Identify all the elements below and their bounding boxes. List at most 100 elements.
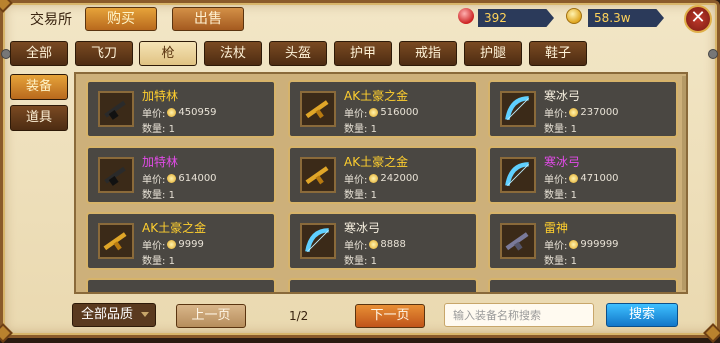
item-card[interactable]: 寒冰弓单价: 8888 数量: 1	[288, 212, 478, 270]
tab-leggings[interactable]: 护腿	[464, 41, 522, 66]
item-card[interactable]: AK土豪之金 单价: 516000 数量: 1	[288, 80, 478, 138]
tab-gun[interactable]: 枪	[139, 41, 197, 66]
sell-tab[interactable]: 出售	[172, 7, 244, 31]
item-name: 雷神	[544, 221, 569, 235]
item-price: 单价: 999999	[544, 237, 619, 252]
qty-value: 1	[370, 190, 377, 201]
item-card[interactable]: 雷神单价: 999999 数量: 1	[488, 212, 678, 270]
item-quantity: 数量: 1	[344, 120, 377, 135]
gem-amount: 392	[478, 9, 554, 27]
tab-staff[interactable]: 法杖	[204, 41, 262, 66]
list-scrollbar[interactable]	[682, 76, 686, 290]
tab-props[interactable]: 道具	[10, 105, 68, 131]
item-quantity: 数量: 1	[142, 252, 175, 267]
page-indicator: 1/2	[289, 309, 309, 323]
qty-value: 1	[570, 256, 577, 267]
qty-value: 1	[168, 256, 175, 267]
price-label: 单价:	[142, 241, 166, 252]
gatling-icon	[98, 91, 134, 127]
qty-value: 1	[168, 124, 175, 135]
coin-icon	[167, 240, 177, 249]
price-value: 242000	[380, 173, 419, 184]
close-button[interactable]: ✕	[684, 5, 712, 33]
tab-equipment[interactable]: 装备	[10, 74, 68, 100]
buy-tab[interactable]: 购买	[85, 7, 157, 31]
item-card[interactable]	[288, 278, 478, 292]
qty-label: 数量:	[344, 190, 368, 201]
price-label: 单价:	[544, 109, 568, 120]
item-card[interactable]	[488, 278, 678, 292]
gem-icon	[458, 8, 474, 24]
search-input[interactable]	[444, 303, 594, 327]
item-name: 加特林	[142, 89, 179, 103]
category-tabs: 全部 飞刀 枪 法杖 头盔 护甲 戒指 护腿 鞋子	[6, 41, 714, 67]
tab-ring[interactable]: 戒指	[399, 41, 457, 66]
chevron-down-icon	[141, 312, 149, 317]
tab-flying-knife[interactable]: 飞刀	[75, 41, 133, 66]
tab-shoes[interactable]: 鞋子	[529, 41, 587, 66]
item-card[interactable]: 寒冰弓 单价: 237000 数量: 1	[488, 80, 678, 138]
item-list: 加特林 单价: 450959 数量: 1 AK土豪之金 单价: 516000 数量: 1 寒冰弓…	[74, 72, 688, 294]
next-page-button[interactable]: 下一页	[355, 304, 425, 328]
item-price: 单价: 450959	[142, 105, 217, 120]
item-price: 单价: 242000	[344, 171, 419, 186]
ice-bow-icon	[500, 91, 536, 127]
item-name: AK土豪之金	[344, 155, 409, 169]
item-price: 单价: 614000	[142, 171, 217, 186]
item-quantity: 数量: 1	[142, 120, 175, 135]
item-price: 单价: 8888	[344, 237, 406, 252]
gatling-icon	[98, 157, 134, 193]
item-card[interactable]: AK土豪之金 单价: 242000 数量: 1	[288, 146, 478, 204]
grade-filter-label: 全部品质	[81, 307, 134, 322]
item-card[interactable]	[86, 278, 276, 292]
coin-icon	[369, 108, 379, 117]
coin-icon	[369, 174, 379, 183]
item-card[interactable]: AK土豪之金 单价: 9999 数量: 1	[86, 212, 276, 270]
price-value: 471000	[580, 173, 619, 184]
price-value: 999999	[580, 239, 619, 250]
coin-icon	[369, 240, 379, 249]
price-label: 单价:	[544, 241, 568, 252]
item-card[interactable]: 寒冰弓 单价: 471000 数量: 1	[488, 146, 678, 204]
price-value: 8888	[380, 239, 406, 250]
item-quantity: 数量: 1	[544, 120, 577, 135]
item-name: 寒冰弓	[344, 221, 381, 235]
ak-gold-icon	[98, 223, 134, 259]
qty-label: 数量:	[344, 124, 368, 135]
tab-helmet[interactable]: 头盔	[269, 41, 327, 66]
price-label: 单价:	[142, 109, 166, 120]
price-value: 516000	[380, 107, 419, 118]
qty-label: 数量:	[142, 256, 166, 267]
item-price: 单价: 516000	[344, 105, 419, 120]
item-card[interactable]: 加特林单价: 450959 数量: 1	[86, 80, 276, 138]
item-quantity: 数量: 1	[544, 252, 577, 267]
tab-all[interactable]: 全部	[10, 41, 68, 66]
qty-value: 1	[570, 190, 577, 201]
coin-icon	[167, 108, 177, 117]
price-label: 单价:	[344, 241, 368, 252]
prev-page-button[interactable]: 上一页	[176, 304, 246, 328]
tab-armor[interactable]: 护甲	[334, 41, 392, 66]
coin-icon	[569, 174, 579, 183]
item-price: 单价: 471000	[544, 171, 619, 186]
qty-label: 数量:	[344, 256, 368, 267]
ak-gold-icon	[300, 91, 336, 127]
price-label: 单价:	[344, 109, 368, 120]
qty-value: 1	[168, 190, 175, 201]
qty-value: 1	[570, 124, 577, 135]
price-label: 单价:	[544, 175, 568, 186]
item-quantity: 数量: 1	[544, 186, 577, 201]
thor-gun-icon	[500, 223, 536, 259]
search-button[interactable]: 搜索	[606, 303, 678, 327]
price-value: 9999	[178, 239, 204, 250]
item-name: AK土豪之金	[344, 89, 409, 103]
ice-bow-icon	[500, 157, 536, 193]
item-card[interactable]: 加特林 单价: 614000 数量: 1	[86, 146, 276, 204]
item-quantity: 数量: 1	[344, 186, 377, 201]
item-price: 单价: 237000	[544, 105, 619, 120]
grade-filter-dropdown[interactable]: 全部品质	[72, 303, 156, 327]
item-quantity: 数量: 1	[344, 252, 377, 267]
item-price: 单价: 9999	[142, 237, 204, 252]
item-name: 加特林	[142, 155, 179, 169]
coin-icon	[569, 240, 579, 249]
